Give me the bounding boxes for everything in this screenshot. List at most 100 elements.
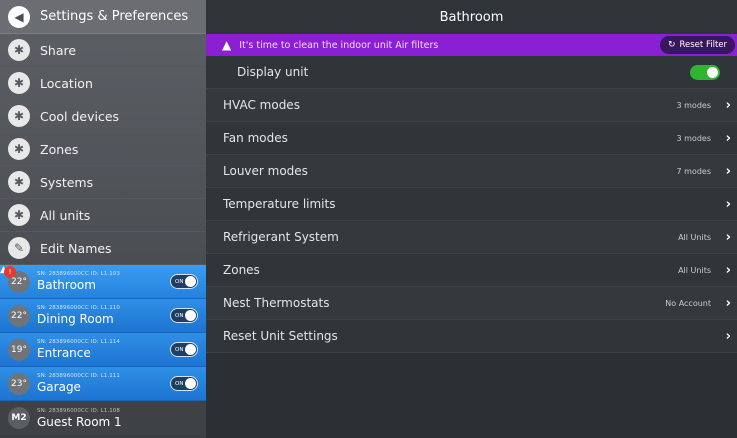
unit-temp-value: 19°	[11, 344, 27, 355]
reset-filter-button[interactable]: ↻ Reset Filter	[659, 36, 735, 54]
unit-name: Dining Room	[37, 312, 114, 326]
toggle-label: ON	[175, 278, 184, 285]
row-value: 3 modes	[676, 100, 712, 110]
toggle-knob	[185, 310, 196, 321]
row-value: 7 modes	[676, 166, 712, 176]
sidebar-item-share[interactable]: ✱ Share	[0, 34, 206, 67]
sidebar-item-zones[interactable]: ✱ Zones	[0, 133, 206, 166]
unit-power-toggle[interactable]: ON	[170, 342, 198, 357]
row-value: All Units	[678, 265, 711, 275]
chevron-right-icon: ›	[725, 295, 731, 311]
unit-temp: M2	[8, 407, 30, 429]
fan-icon: ✱	[8, 72, 30, 94]
reset-filter-label: Reset Filter	[679, 40, 728, 50]
sidebar-item-label: Share	[40, 42, 77, 58]
row-reset-unit-settings[interactable]: Reset Unit Settings ›	[206, 320, 737, 353]
settings-list: Display unit HVAC modes 3 modes › Fan mo…	[206, 56, 737, 353]
sidebar-item-all-units[interactable]: ✱ All units	[0, 199, 206, 232]
warning-icon: ▲	[222, 38, 232, 52]
row-hvac-modes[interactable]: HVAC modes 3 modes ›	[206, 89, 737, 122]
sidebar-item-systems[interactable]: ✱ Systems	[0, 166, 206, 199]
reset-icon: ↻	[667, 40, 676, 50]
unit-name: Guest Room 1	[37, 414, 122, 429]
chevron-right-icon: ›	[725, 328, 731, 344]
chevron-right-icon: ›	[725, 97, 731, 113]
display-unit-row: Display unit	[206, 56, 737, 89]
sidebar-title: Settings & Preferences	[40, 9, 189, 24]
row-fan-modes[interactable]: Fan modes 3 modes ›	[206, 122, 737, 155]
toggle-label: ON	[175, 346, 184, 353]
fan-icon: ✱	[8, 138, 30, 160]
sidebar-item-label: Location	[40, 75, 93, 91]
row-label: Fan modes	[223, 131, 288, 145]
sidebar-item-edit-names[interactable]: ✎ Edit Names	[0, 232, 206, 265]
toggle-knob	[185, 378, 196, 389]
unit-temp: 23°	[8, 372, 30, 395]
unit-power-toggle[interactable]: ON	[170, 274, 198, 289]
main-panel: Bathroom ▲ It's time to clean the indoor…	[206, 0, 737, 438]
chevron-right-icon: ›	[725, 163, 731, 179]
unit-item-guest-room-1[interactable]: M2 SN: 283896000CC ID: L1.108 Guest Room…	[0, 401, 206, 435]
sidebar-item-label: Zones	[40, 141, 79, 157]
sidebar-item-label: All units	[40, 207, 91, 223]
chevron-right-icon: ›	[725, 229, 731, 245]
unit-temp: 22° ▲ !	[0, 265, 30, 293]
unit-temp: 19°	[8, 338, 30, 361]
sidebar-item-location[interactable]: ✱ Location	[0, 67, 206, 100]
page-title: Bathroom	[206, 0, 737, 34]
unit-serial: SN: 283896000CC ID: L1.114	[37, 339, 120, 345]
unit-item-entrance[interactable]: 19° SN: 283896000CC ID: L1.114 Entrance …	[0, 333, 206, 367]
unit-name: Bathroom	[37, 278, 96, 292]
unit-temp-value: 22°	[11, 310, 27, 321]
unit-temp: 22°	[8, 304, 30, 327]
sidebar-item-label: Systems	[40, 174, 94, 190]
unit-temp-value: M2	[11, 413, 27, 423]
row-value: All Units	[678, 232, 711, 242]
row-label: HVAC modes	[223, 98, 300, 112]
row-label: Refrigerant System	[223, 230, 339, 244]
unit-serial: SN: 283896000CC ID: L1.111	[37, 373, 120, 379]
unit-power-toggle[interactable]: ON	[170, 376, 198, 391]
unit-serial: SN: 283896000CC ID: L1.110	[37, 305, 120, 311]
row-label: Louver modes	[223, 164, 308, 178]
row-label: Reset Unit Settings	[223, 329, 338, 343]
sidebar-item-label: Cool devices	[40, 108, 120, 124]
chevron-right-icon: ›	[725, 262, 731, 278]
unit-serial: SN: 283896000CC ID: L1.108	[37, 407, 120, 414]
unit-item-dining-room[interactable]: 22° SN: 283896000CC ID: L1.110 Dining Ro…	[0, 299, 206, 333]
fan-icon: ✱	[8, 171, 30, 193]
sidebar: ◀ Settings & Preferences ✱ Share ✱ Locat…	[0, 0, 206, 438]
unit-serial: SN: 283896000CC ID: L1.103	[37, 271, 120, 277]
fan-icon: ✱	[8, 204, 30, 226]
unit-name: Garage	[37, 380, 81, 394]
chevron-right-icon: ›	[725, 130, 731, 146]
row-label: Temperature limits	[223, 197, 336, 211]
row-refrigerant-system[interactable]: Refrigerant System All Units ›	[206, 221, 737, 254]
row-zones[interactable]: Zones All Units ›	[206, 254, 737, 287]
toggle-label: ON	[175, 312, 184, 319]
sidebar-item-cool-devices[interactable]: ✱ Cool devices	[0, 100, 206, 133]
unit-item-bathroom[interactable]: 22° ▲ ! SN: 283896000CC ID: L1.103 Bathr…	[0, 265, 206, 299]
row-value: No Account	[665, 298, 711, 308]
row-label: Nest Thermostats	[223, 296, 330, 310]
row-nest-thermostats[interactable]: Nest Thermostats No Account ›	[206, 287, 737, 320]
display-unit-toggle[interactable]	[690, 65, 720, 80]
row-louver-modes[interactable]: Louver modes 7 modes ›	[206, 155, 737, 188]
filter-alert-banner: ▲ It's time to clean the indoor unit Air…	[206, 34, 737, 56]
row-temperature-limits[interactable]: Temperature limits ›	[206, 188, 737, 221]
sidebar-item-label: Edit Names	[40, 240, 112, 256]
toggle-label: ON	[175, 380, 184, 387]
row-label: Zones	[223, 263, 260, 277]
row-value: 3 modes	[676, 133, 712, 143]
toggle-knob	[707, 67, 718, 78]
unit-name: Entrance	[37, 346, 91, 360]
fan-icon: ✱	[8, 105, 30, 127]
unit-temp-value: 22°	[11, 276, 27, 287]
unit-item-garage[interactable]: 23° SN: 283896000CC ID: L1.111 Garage ON	[0, 367, 206, 401]
row-label: Display unit	[237, 65, 309, 79]
back-arrow-icon: ◀	[8, 5, 30, 28]
settings-back-button[interactable]: ◀ Settings & Preferences	[0, 0, 206, 34]
unit-temp-value: 23°	[11, 378, 27, 389]
unit-power-toggle[interactable]: ON	[170, 308, 198, 323]
toggle-knob	[185, 276, 196, 287]
